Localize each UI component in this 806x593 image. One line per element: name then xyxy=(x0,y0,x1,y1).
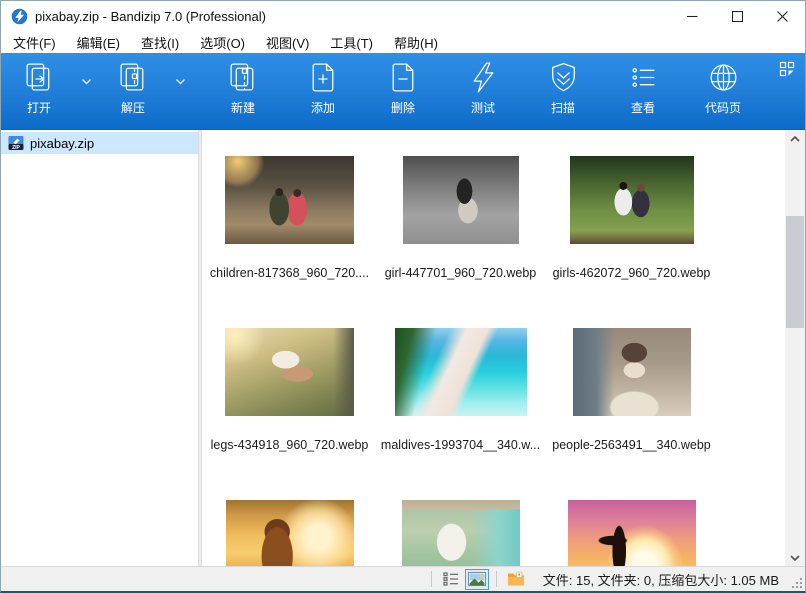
content-area: ZIP pixabay.zip children-817368_960_720.… xyxy=(1,130,805,566)
statusbar: 文件: 15, 文件夹: 0, 压缩包大小: 1.05 MB xyxy=(1,566,805,591)
menu-edit[interactable]: 编辑(E) xyxy=(69,31,128,54)
sidebar-item-label: pixabay.zip xyxy=(30,136,94,151)
open-dropdown-chevron[interactable] xyxy=(71,59,101,103)
vertical-scrollbar[interactable] xyxy=(785,130,805,566)
bandizip-window: pixabay.zip - Bandizip 7.0 (Professional… xyxy=(0,0,806,593)
bandizip-logo-icon xyxy=(11,8,28,25)
window-title: pixabay.zip - Bandizip 7.0 (Professional… xyxy=(35,9,266,24)
extract-icon xyxy=(115,59,152,96)
thumbnail-girls[interactable] xyxy=(570,156,694,244)
archive-summary: 文件: 15, 文件夹: 0, 压缩包大小: 1.05 MB xyxy=(543,570,779,589)
maximize-button[interactable] xyxy=(715,1,760,31)
titlebar: pixabay.zip - Bandizip 7.0 (Professional… xyxy=(1,1,805,31)
file-item[interactable]: maldives-1993704__340.w... xyxy=(375,328,546,500)
scroll-up-button[interactable] xyxy=(785,130,805,147)
toolbar-button-view[interactable]: 查看 xyxy=(611,59,675,123)
new-archive-icon xyxy=(225,59,262,96)
sidebar-item-pixabay-zip[interactable]: ZIP pixabay.zip xyxy=(1,132,198,154)
menu-find[interactable]: 查找(I) xyxy=(133,31,187,54)
thumbnail-girl[interactable] xyxy=(403,156,519,244)
thumbnail-view-button[interactable] xyxy=(465,569,489,590)
chevron-down-icon xyxy=(174,77,187,86)
file-item[interactable]: people-2563491__340.webp xyxy=(546,328,717,500)
file-item[interactable]: girls-462072_960_720.webp xyxy=(546,156,717,328)
menu-file[interactable]: 文件(F) xyxy=(5,31,64,54)
svg-text:ZIP: ZIP xyxy=(12,145,20,151)
file-name: legs-434918_960_720.webp xyxy=(211,438,369,452)
toolbar-button-test[interactable]: 测试 xyxy=(451,59,515,123)
add-icon xyxy=(305,59,342,96)
file-name: girl-447701_960_720.webp xyxy=(385,266,537,280)
folder-archive-icon xyxy=(507,571,525,587)
customize-toolbar-button[interactable] xyxy=(779,61,795,77)
file-grid: children-817368_960_720.... girl-447701_… xyxy=(202,130,785,566)
archive-tree-sidebar: ZIP pixabay.zip xyxy=(1,130,198,566)
customize-icon xyxy=(779,61,795,77)
test-icon xyxy=(465,59,502,96)
toolbar: 打开 解压 新建 xyxy=(1,53,805,130)
chevron-down-icon xyxy=(80,77,93,86)
thumbnail-legs[interactable] xyxy=(225,328,354,416)
toolbar-button-codepage[interactable]: 代码页 xyxy=(691,59,755,123)
file-name: children-817368_960_720.... xyxy=(210,266,369,280)
chevron-up-icon xyxy=(790,136,800,142)
toolbar-button-extract[interactable]: 解压 xyxy=(101,59,165,123)
thumbnail-car-woman[interactable] xyxy=(402,500,520,566)
file-item[interactable]: children-817368_960_720.... xyxy=(204,156,375,328)
open-icon xyxy=(21,59,58,96)
toolbar-button-delete[interactable]: 删除 xyxy=(371,59,435,123)
thumbnail-silhouette[interactable] xyxy=(568,500,696,566)
menu-options[interactable]: 选项(O) xyxy=(192,31,253,54)
file-item[interactable] xyxy=(546,500,717,566)
chevron-down-icon xyxy=(790,555,800,561)
open-folder-button[interactable] xyxy=(504,569,528,590)
menu-help[interactable]: 帮助(H) xyxy=(386,31,446,54)
menu-tools[interactable]: 工具(T) xyxy=(322,31,381,54)
thumbnail-children[interactable] xyxy=(225,156,354,244)
window-controls xyxy=(670,1,805,31)
toolbar-button-scan[interactable]: 扫描 xyxy=(531,59,595,123)
close-button[interactable] xyxy=(760,1,805,31)
menu-view[interactable]: 视图(V) xyxy=(258,31,317,54)
scan-icon xyxy=(545,59,582,96)
zip-file-icon: ZIP xyxy=(8,135,24,151)
view-icon xyxy=(625,59,662,96)
scroll-down-button[interactable] xyxy=(785,549,805,566)
file-item[interactable] xyxy=(375,500,546,566)
minimize-button[interactable] xyxy=(670,1,715,31)
file-item[interactable]: girl-447701_960_720.webp xyxy=(375,156,546,328)
file-name: people-2563491__340.webp xyxy=(552,438,710,452)
thumbnail-sunset-woman[interactable] xyxy=(226,500,354,566)
file-item[interactable] xyxy=(204,500,375,566)
thumbnail-people[interactable] xyxy=(573,328,691,416)
delete-icon xyxy=(385,59,422,96)
toolbar-button-open[interactable]: 打开 xyxy=(7,59,71,123)
resize-grip[interactable] xyxy=(790,576,803,589)
thumbnail-view-icon xyxy=(468,572,486,586)
toolbar-button-new[interactable]: 新建 xyxy=(211,59,275,123)
file-name: girls-462072_960_720.webp xyxy=(553,266,711,280)
statusbar-separator xyxy=(431,571,432,587)
details-view-button[interactable] xyxy=(439,569,463,590)
codepage-icon xyxy=(705,59,742,96)
scrollbar-track[interactable] xyxy=(785,147,805,549)
toolbar-button-add[interactable]: 添加 xyxy=(291,59,355,123)
file-item[interactable]: legs-434918_960_720.webp xyxy=(204,328,375,500)
extract-dropdown-chevron[interactable] xyxy=(165,59,195,103)
file-name: maldives-1993704__340.w... xyxy=(381,438,540,452)
details-view-icon xyxy=(443,571,459,587)
statusbar-separator xyxy=(496,571,497,587)
thumbnail-maldives[interactable] xyxy=(395,328,527,416)
menubar: 文件(F) 编辑(E) 查找(I) 选项(O) 视图(V) 工具(T) 帮助(H… xyxy=(1,31,805,53)
scrollbar-thumb[interactable] xyxy=(786,216,804,328)
